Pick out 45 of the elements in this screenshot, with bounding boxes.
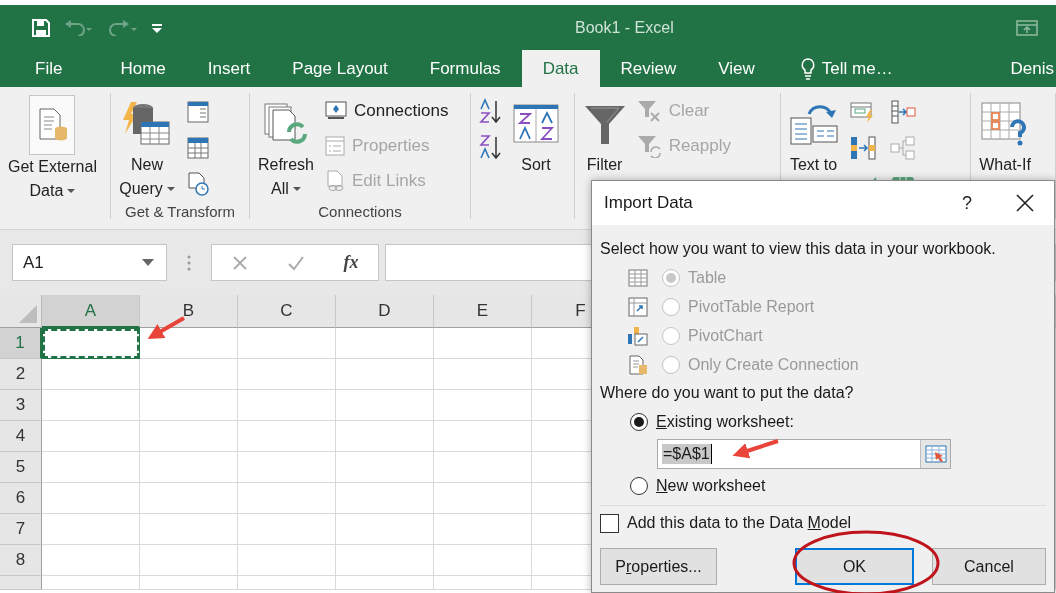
row-header[interactable]: 6 [0,483,42,514]
ribbon-tab[interactable]: Page Layout [271,50,409,87]
prompt-text: Where do you want to put the data? [600,383,855,403]
radio-option[interactable]: Existing worksheet: [600,407,1046,437]
column-header[interactable]: D [336,295,434,328]
row-header[interactable]: 8 [0,545,42,576]
ribbon-tab[interactable]: Data [521,50,600,87]
ribbon-button[interactable]: Refresh All [253,93,318,203]
group-label: Connections [317,203,403,220]
row-header[interactable]: 5 [0,452,42,483]
row-header[interactable]: 7 [0,514,42,545]
prompt-text: Select how you want to view this data in your workbook. [600,239,997,259]
ribbon-button[interactable]: New Query [115,93,179,203]
ribbon-tab[interactable]: Home [99,50,187,87]
dialog-button[interactable]: Properties... [600,548,717,585]
window-title: Book1 - Excel [575,18,674,37]
ribbon-button[interactable]: Text to [784,93,843,199]
ribbon-tab[interactable]: Formulas [408,50,522,87]
row-header[interactable]: 2 [0,359,42,390]
column-header[interactable]: A [42,295,140,328]
ribbon-button[interactable]: Sort [508,93,563,199]
row-header[interactable]: 1 [0,328,42,359]
group-label: Get & Transform [124,203,237,220]
column-header[interactable]: C [238,295,336,328]
ribbon-tab[interactable]: Insert [186,50,272,87]
ribbon-tab[interactable]: File [0,50,100,87]
row-header[interactable]: 4 [0,421,42,452]
ribbon-button[interactable]: Get External Data [4,93,101,205]
dialog-title: Import Data [604,193,693,213]
tell-me-search[interactable]: Tell me… [821,58,893,79]
column-header[interactable]: E [434,295,532,328]
user-name[interactable]: Denis [1010,50,1056,87]
dialog-button[interactable]: OK [795,548,914,585]
name-box[interactable]: A1 [12,244,167,281]
radio-option[interactable]: New worksheet [600,471,1046,501]
checkbox-option[interactable]: Add this data to the Data Model [600,508,1046,538]
ribbon-tab[interactable]: View [697,50,776,87]
column-header[interactable]: B [140,295,238,328]
ribbon-tab[interactable]: Review [599,50,698,87]
dialog-button[interactable]: Cancel [931,548,1046,585]
ribbon-button[interactable]: Connections [321,95,451,126]
row-header[interactable]: 3 [0,390,42,421]
help-button[interactable]: ? [962,192,972,214]
location-field[interactable]: =$A$1 [657,439,951,469]
insert-function-button[interactable]: fx [343,252,359,273]
